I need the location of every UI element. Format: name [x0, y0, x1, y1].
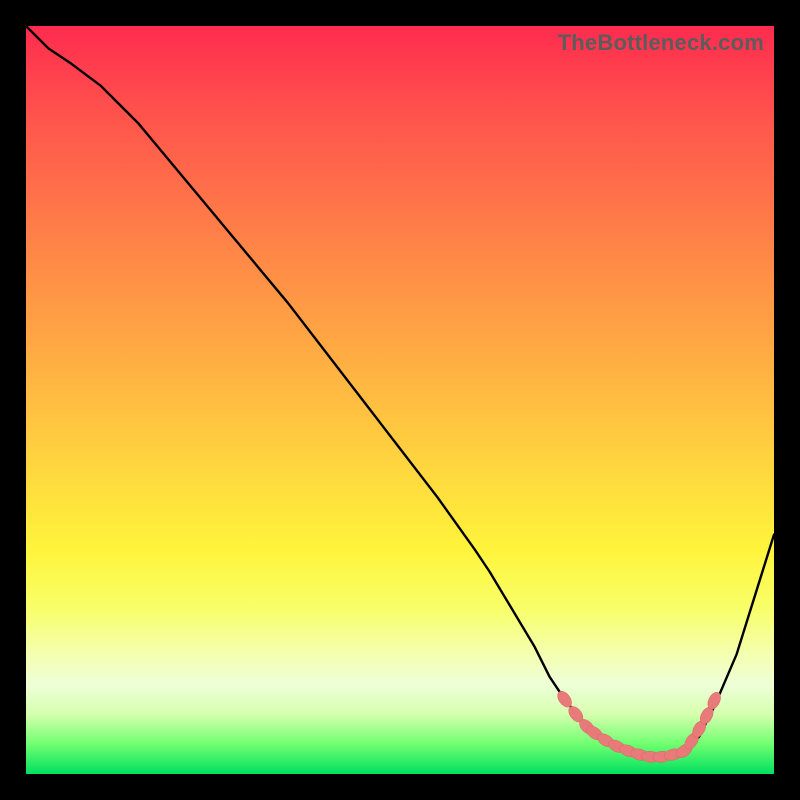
- chart-svg: [26, 26, 774, 774]
- marker-group: [555, 689, 723, 763]
- curve-line: [26, 26, 774, 759]
- chart-frame: TheBottleneck.com: [0, 0, 800, 800]
- plot-area: TheBottleneck.com: [26, 26, 774, 774]
